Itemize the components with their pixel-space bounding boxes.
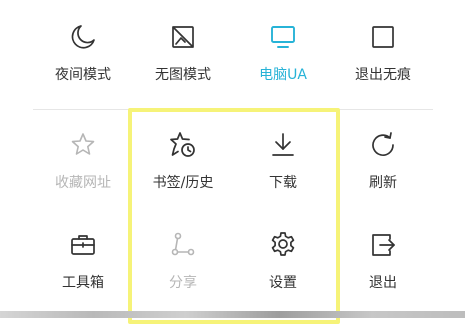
download-icon (268, 130, 298, 160)
menu-item-label: 下载 (269, 175, 297, 191)
refresh-icon (368, 130, 398, 160)
menu-row-1: 夜间模式 无图模式 电脑UA 退出无痕 (0, 18, 465, 98)
menu-item-label: 书签/历史 (152, 175, 214, 191)
menu-item-label: 电脑UA (259, 67, 307, 83)
menu-item-label: 设置 (269, 275, 297, 291)
menu-item-label: 工具箱 (62, 275, 104, 291)
gear-icon (268, 230, 298, 260)
menu-item-label: 退出 (369, 275, 397, 291)
menu-item-desktop-ua[interactable]: 电脑UA (233, 18, 333, 98)
menu-item-bookmark-site[interactable]: 收藏网址 (33, 126, 133, 206)
square-icon (368, 22, 398, 52)
menu-item-label: 收藏网址 (55, 175, 111, 191)
menu-item-toolbox[interactable]: 工具箱 (33, 226, 133, 306)
menu-item-label: 夜间模式 (55, 67, 111, 83)
star-icon (68, 130, 98, 160)
menu-item-share[interactable]: 分享 (133, 226, 233, 306)
menu-row-2: 收藏网址 书签/历史 下载 刷新 (0, 126, 465, 206)
share-icon (168, 230, 198, 260)
moon-icon (68, 22, 98, 52)
no-image-icon (168, 22, 198, 52)
menu-item-exit[interactable]: 退出 (333, 226, 433, 306)
toolbox-icon (68, 230, 98, 260)
menu-item-no-image-mode[interactable]: 无图模式 (133, 18, 233, 98)
menu-row-3: 工具箱 分享 设置 退出 (0, 226, 465, 306)
menu-item-settings[interactable]: 设置 (233, 226, 333, 306)
monitor-icon (268, 22, 298, 52)
menu-item-refresh[interactable]: 刷新 (333, 126, 433, 206)
star-clock-icon (168, 130, 198, 160)
menu-item-bookmarks-history[interactable]: 书签/历史 (133, 126, 233, 206)
menu-item-night-mode[interactable]: 夜间模式 (33, 18, 133, 98)
menu-item-label: 无图模式 (155, 67, 211, 83)
menu-item-label: 刷新 (369, 175, 397, 191)
background-strip (0, 311, 465, 318)
exit-icon (368, 230, 398, 260)
menu-item-download[interactable]: 下载 (233, 126, 333, 206)
menu-item-label: 退出无痕 (355, 67, 411, 83)
menu-item-label: 分享 (169, 275, 197, 291)
menu-item-exit-incognito[interactable]: 退出无痕 (333, 18, 433, 98)
menu-divider (33, 109, 433, 110)
